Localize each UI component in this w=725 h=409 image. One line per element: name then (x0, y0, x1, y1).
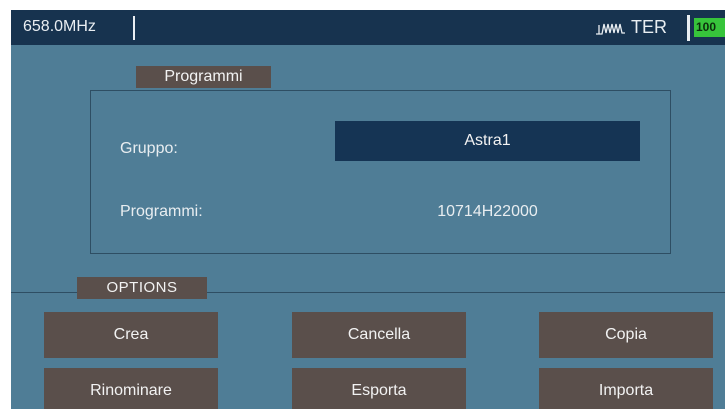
programmi-panel (90, 90, 671, 254)
programmi-section-title: Programmi (136, 66, 271, 88)
program-value[interactable]: 10714H22000 (335, 203, 640, 221)
frequency-readout: 658.0MHz (23, 18, 96, 35)
rinominare-button[interactable]: Rinominare (44, 368, 218, 409)
program-label: Programmi: (120, 203, 203, 220)
group-select[interactable]: Astra1 (335, 121, 640, 161)
copia-button[interactable]: Copia (539, 312, 713, 358)
cancella-button[interactable]: Cancella (292, 312, 466, 358)
signal-level-badge: 100 (694, 18, 725, 37)
group-label: Gruppo: (120, 140, 178, 157)
text-cursor (133, 16, 135, 40)
divider (687, 15, 690, 41)
screen: 658.0MHz TER 100 Programmi Gruppo: Astra… (11, 10, 725, 409)
crea-button[interactable]: Crea (44, 312, 218, 358)
status-bar: 658.0MHz TER 100 (11, 10, 725, 45)
esporta-button[interactable]: Esporta (292, 368, 466, 409)
mode-label: TER (631, 17, 667, 37)
options-section-title: OPTIONS (77, 277, 207, 299)
antenna-signal-icon (596, 21, 626, 35)
importa-button[interactable]: Importa (539, 368, 713, 409)
